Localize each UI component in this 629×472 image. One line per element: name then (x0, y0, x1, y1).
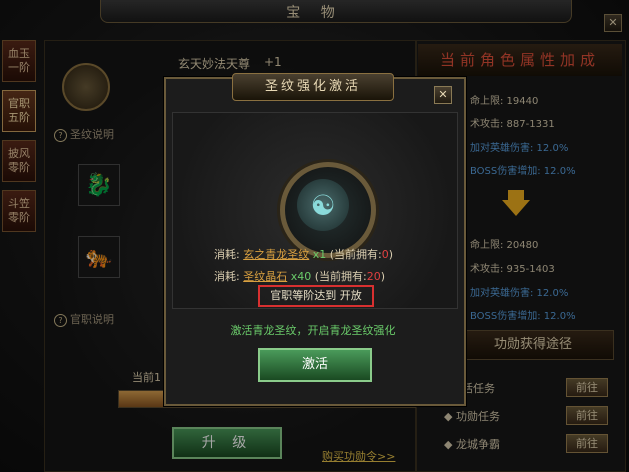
own-prefix: (当前拥有: (329, 248, 382, 261)
cost-item-link[interactable]: 玄之青龙圣纹 (243, 248, 309, 261)
own-count: 0 (381, 248, 389, 261)
dialog-title: 圣纹强化激活 (232, 73, 394, 101)
cost-prefix: 消耗: (214, 248, 240, 261)
cost-item-link[interactable]: 圣纹晶石 (243, 270, 287, 283)
own-count: 20 (366, 270, 381, 283)
cost-prefix: 消耗: (214, 270, 240, 283)
own-prefix: (当前拥有: (314, 270, 367, 283)
cost-line-rune: 消耗: 玄之青龙圣纹 x1 (当前拥有:0) (214, 246, 393, 262)
own-suffix: ) (380, 270, 386, 283)
activate-description: 激活青龙圣纹，开启青龙圣纹强化 (230, 324, 396, 337)
requirement-notice: 官职等阶达到 开放 (258, 285, 374, 307)
dialog-close-button[interactable]: ✕ (434, 86, 452, 104)
cost-count: x40 (290, 270, 312, 283)
cost-count: x1 (312, 248, 327, 261)
azure-dragon-seal-icon: ☯ (280, 162, 376, 258)
cost-line-crystal: 消耗: 圣纹晶石 x40 (当前拥有:20) (214, 268, 385, 284)
own-suffix: ) (388, 248, 394, 261)
dragon-emblem-icon: ☯ (297, 179, 349, 231)
activate-button[interactable]: 激活 (258, 348, 372, 382)
